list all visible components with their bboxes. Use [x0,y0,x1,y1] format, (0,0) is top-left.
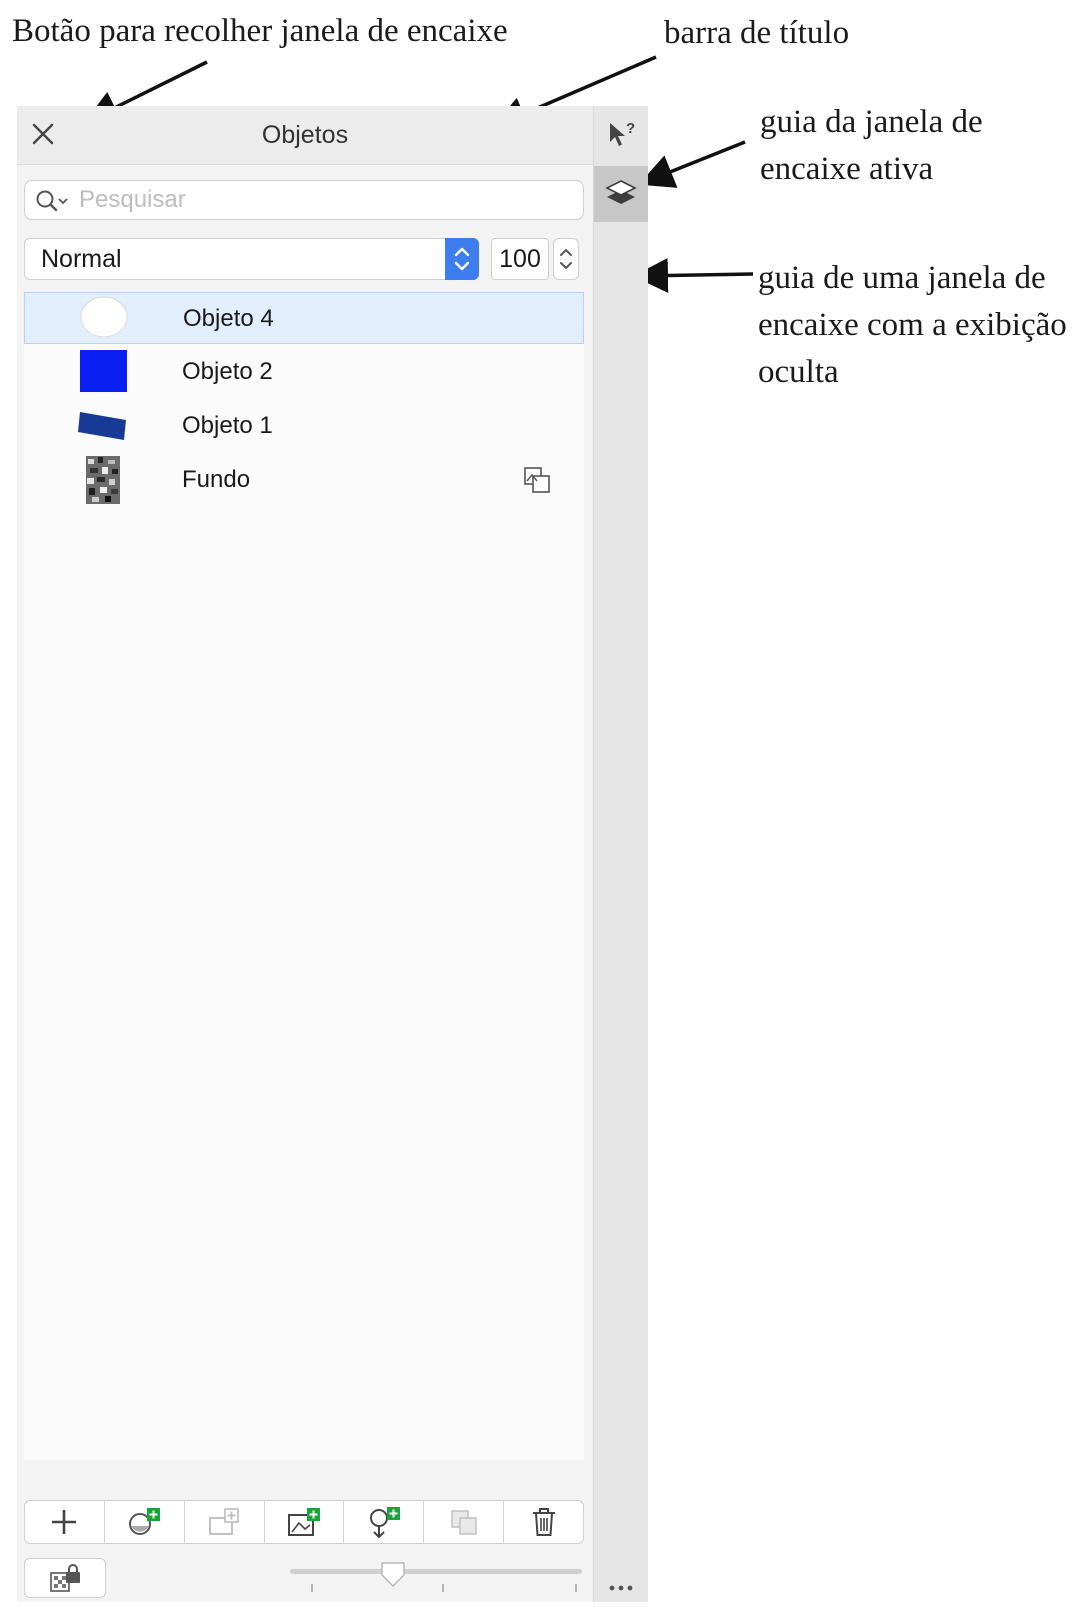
object-row-objeto-2[interactable]: Objeto 2 [24,346,584,398]
close-icon [32,123,54,145]
new-from-image-icon [288,1508,320,1536]
square-thumbnail [80,350,127,392]
opacity-input[interactable]: 100 [491,238,549,280]
background-icon [524,467,550,493]
tab-hints[interactable]: ? [594,106,648,162]
new-lens-icon [129,1508,161,1535]
lock-icon [50,1564,80,1592]
delete-icon [532,1508,555,1536]
annotation-collapse-button: Botão para recolher janela de encaixe [12,13,508,49]
stepper-arrows-icon [560,248,572,270]
add-button[interactable] [25,1501,105,1543]
more-options-icon [609,1585,633,1591]
annotation-title-bar: barra de título [664,15,850,51]
tab-objects[interactable] [594,166,648,222]
panel-title: Objetos [261,121,349,149]
new-object-button[interactable] [185,1501,265,1543]
object-label: Fundo [182,466,251,493]
close-button[interactable] [27,118,59,150]
object-label: Objeto 1 [182,412,273,439]
object-row-fundo[interactable]: Fundo [24,454,584,506]
blend-mode-value: Normal [41,245,122,273]
blend-mode-select[interactable]: Normal [24,238,479,280]
title-bar[interactable]: Objetos [17,106,593,165]
svg-text:?: ? [626,120,635,137]
photo-thumbnail [86,456,120,504]
combine-button[interactable] [424,1501,505,1543]
new-from-clipboard-icon [369,1507,400,1538]
annotation-active-tab: guia da janela de encaixe ativa [760,104,983,187]
search-box[interactable] [24,180,584,220]
new-lens-button[interactable] [105,1501,185,1543]
docker-tab-strip: ? [594,106,648,1602]
lock-layer-button[interactable] [24,1558,106,1598]
objects-layers-icon [605,180,637,204]
object-toolbar [24,1500,584,1544]
new-from-image-button[interactable] [265,1501,345,1543]
object-label: Objeto 4 [183,305,274,332]
object-label: Objeto 2 [182,358,273,385]
search-icon[interactable] [35,189,71,215]
opacity-stepper[interactable] [553,238,579,280]
object-row-objeto-4[interactable]: Objeto 4 [24,292,584,344]
search-input[interactable] [79,183,569,217]
arrow-active-tab [638,140,746,188]
select-arrows-icon[interactable] [445,238,479,280]
ellipse-thumbnail [80,296,128,338]
object-row-objeto-1[interactable]: Objeto 1 [24,400,584,452]
quad-thumbnail [78,412,126,440]
arrow-hidden-tab [633,258,754,294]
delete-button[interactable] [504,1501,583,1543]
slider-thumb[interactable] [381,1562,405,1587]
new-object-icon [209,1508,239,1535]
combine-icon [450,1510,477,1535]
objects-docker: Objetos Normal 100 [17,106,594,1602]
hints-icon: ? [610,120,635,146]
annotation-hidden-tab: guia de uma janela de encaixe com a exib… [758,260,1067,390]
add-icon [52,1510,77,1534]
more-button[interactable] [602,1576,640,1596]
thumbnail-size-slider[interactable] [290,1562,582,1602]
new-from-clipboard-button[interactable] [344,1501,425,1543]
object-list: Objeto 4 Objeto 2 Objeto 1 Fundo [24,292,584,1460]
